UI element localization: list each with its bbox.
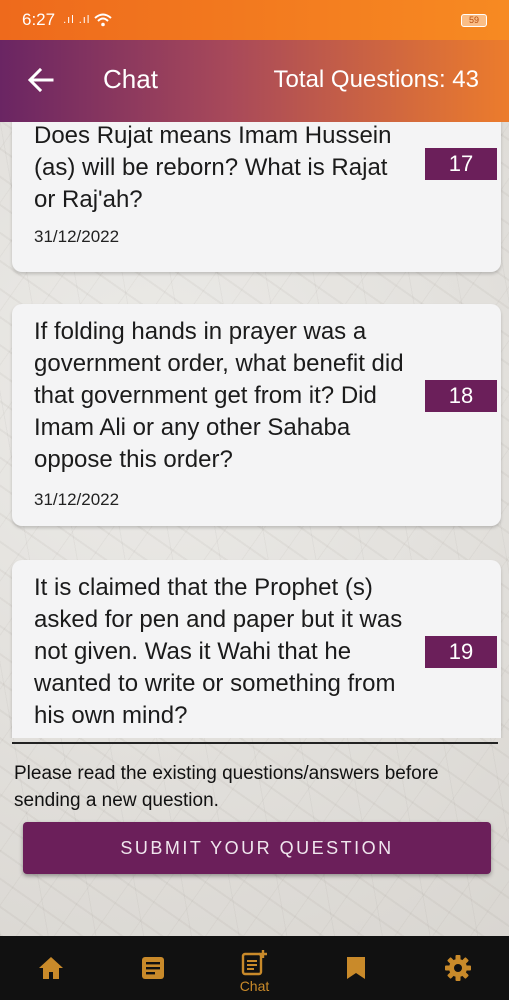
question-text: It is claimed that the Prophet (s) asked… bbox=[34, 574, 403, 729]
divider bbox=[12, 742, 498, 744]
question-date: 31/12/2022 bbox=[34, 490, 120, 509]
question-date: 31/12/2022 bbox=[34, 227, 120, 246]
question-number-badge: 19 bbox=[425, 636, 497, 668]
submit-question-button[interactable]: SUBMIT YOUR QUESTION bbox=[23, 822, 491, 874]
bookmark-icon bbox=[347, 957, 366, 979]
question-card[interactable]: It is claimed that the Prophet (s) asked… bbox=[12, 560, 501, 738]
total-questions-count: Total Questions: 43 bbox=[273, 66, 479, 93]
nav-item-articles[interactable] bbox=[123, 936, 183, 1000]
settings-icon bbox=[445, 955, 472, 981]
nav-label-chat: Chat bbox=[239, 977, 270, 994]
home-icon bbox=[38, 957, 63, 979]
battery-icon: 59 bbox=[461, 14, 487, 27]
question-text: If folding hands in prayer was a governm… bbox=[34, 318, 404, 473]
question-card[interactable]: Does Rujat means Imam Hussein (as) will … bbox=[12, 122, 501, 272]
question-text: Does Rujat means Imam Hussein (as) will … bbox=[34, 122, 392, 213]
nav-item-bookmarks[interactable] bbox=[326, 936, 386, 1000]
bottom-navigation: Chat bbox=[0, 936, 509, 1000]
question-number-badge: 18 bbox=[425, 380, 497, 412]
notice-text: Please read the existing questions/answe… bbox=[14, 763, 439, 811]
status-bar: 6:27 .ıl .ıl 59 bbox=[0, 0, 509, 40]
nav-item-settings[interactable] bbox=[428, 936, 488, 1000]
signal-icon: .ıl .ıl bbox=[63, 14, 91, 26]
chat-add-icon bbox=[242, 949, 268, 975]
question-number-badge: 17 bbox=[425, 148, 497, 180]
question-card[interactable]: If folding hands in prayer was a governm… bbox=[12, 304, 501, 526]
page-title: Chat bbox=[103, 64, 158, 94]
nav-item-chat[interactable]: Chat bbox=[224, 936, 284, 1000]
question-list[interactable]: Does Rujat means Imam Hussein (as) will … bbox=[0, 122, 509, 738]
back-arrow-icon[interactable] bbox=[26, 62, 56, 98]
status-time: 6:27 bbox=[22, 10, 56, 29]
article-icon bbox=[141, 957, 164, 979]
wifi-icon bbox=[94, 13, 112, 27]
app-bar: Chat Total Questions: 43 bbox=[0, 40, 509, 122]
nav-item-home[interactable] bbox=[21, 936, 81, 1000]
